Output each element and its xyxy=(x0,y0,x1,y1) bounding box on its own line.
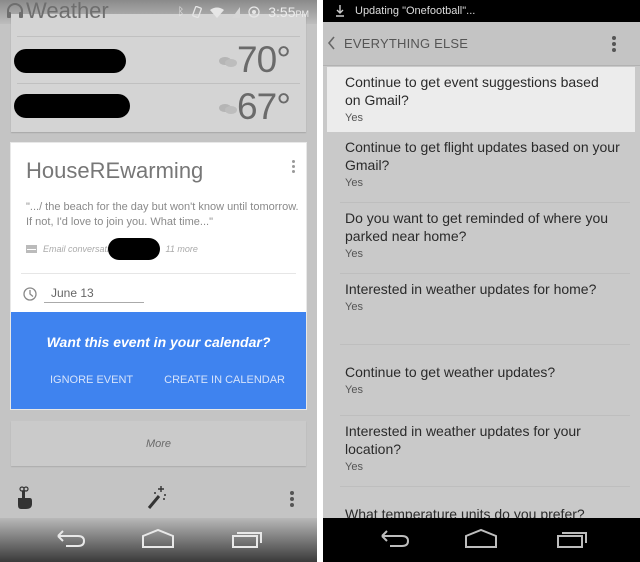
home-button[interactable] xyxy=(141,528,175,550)
redacted-location xyxy=(14,49,126,73)
event-date-field[interactable]: June 13 xyxy=(44,285,144,303)
wifi-icon xyxy=(210,7,225,18)
setting-question: Continue to get event suggestions based … xyxy=(345,74,599,108)
setting-answer: Yes xyxy=(345,461,363,473)
navigation-bar xyxy=(323,518,640,562)
setting-question: Do you want to get reminded of where you… xyxy=(345,210,609,244)
action-bar: EVERYTHING ELSE xyxy=(323,22,640,66)
headphones-icon xyxy=(7,3,23,18)
mail-icon xyxy=(26,245,37,253)
weather-header: Weather xyxy=(6,0,109,24)
settings-screen: Updating "Onefootball"... EVERYTHING ELS… xyxy=(323,0,640,562)
setting-answer: Yes xyxy=(345,112,363,124)
magic-wand-icon[interactable] xyxy=(146,484,168,510)
status-clock: 3:55PM xyxy=(268,4,309,20)
overflow-menu-icon[interactable] xyxy=(612,36,616,54)
clock-icon xyxy=(23,287,37,301)
setting-answer: Yes xyxy=(345,384,363,396)
setting-answer: Yes xyxy=(345,301,363,313)
create-in-calendar-button[interactable]: CREATE IN CALENDAR xyxy=(164,374,285,386)
event-title: HouseREwarming xyxy=(26,158,204,183)
recents-button[interactable] xyxy=(231,528,265,550)
navigation-bar xyxy=(0,518,317,562)
page-title: EVERYTHING ELSE xyxy=(344,36,469,51)
back-button[interactable] xyxy=(54,528,88,550)
divider xyxy=(21,273,296,274)
app-title: Weather xyxy=(26,0,109,23)
setting-item[interactable]: Continue to get event suggestions based … xyxy=(327,67,635,132)
back-button[interactable] xyxy=(378,528,412,550)
setting-answer: Yes xyxy=(345,248,363,260)
setting-question: Interested in weather updates for your l… xyxy=(345,423,581,457)
setting-question: Interested in weather updates for home? xyxy=(345,281,597,297)
calendar-question: Want this event in your calendar? xyxy=(46,334,271,350)
data-saver-icon xyxy=(248,6,260,18)
setting-item[interactable]: Do you want to get reminded of where you… xyxy=(323,203,640,274)
status-notification: Updating "Onefootball"... xyxy=(355,5,476,17)
overflow-menu-icon[interactable] xyxy=(290,491,294,509)
setting-question: Continue to get flight updates based on … xyxy=(345,139,620,173)
temperature: 67° xyxy=(237,86,291,127)
home-button[interactable] xyxy=(464,528,498,550)
setting-item[interactable]: Continue to get flight updates based on … xyxy=(323,132,640,203)
event-snippet: ".../ the beach for the day but won't kn… xyxy=(26,201,299,228)
email-more: 11 more xyxy=(165,244,198,254)
remind-icon[interactable] xyxy=(15,486,35,510)
google-now-screen: Weather ᛒ 3:55PM 70° 67° HouseREwarming … xyxy=(0,0,317,562)
more-button[interactable]: More xyxy=(11,421,306,466)
chevron-left-icon[interactable] xyxy=(327,36,335,50)
setting-question: Continue to get weather updates? xyxy=(345,364,556,380)
card-overflow-menu-icon[interactable] xyxy=(292,160,296,175)
download-icon xyxy=(336,5,344,17)
weather-card[interactable]: 70° 67° xyxy=(11,14,306,132)
date-row[interactable]: June 13 xyxy=(23,283,144,305)
weather-row[interactable]: 70° xyxy=(14,36,300,82)
bluetooth-icon: ᛒ xyxy=(177,6,185,18)
setting-item[interactable]: Continue to get weather updates? Yes xyxy=(323,345,640,416)
temperature: 70° xyxy=(237,39,291,80)
event-card: HouseREwarming ".../ the beach for the d… xyxy=(10,142,307,410)
setting-item[interactable]: Interested in weather updates for your l… xyxy=(323,416,640,487)
setting-answer: Yes xyxy=(345,177,363,189)
setting-item[interactable]: Interested in weather updates for home? … xyxy=(323,274,640,345)
settings-list: Continue to get event suggestions based … xyxy=(323,67,640,558)
bottom-action-bar xyxy=(0,480,317,516)
recents-button[interactable] xyxy=(556,528,590,550)
redacted-location xyxy=(14,94,130,118)
weather-row[interactable]: 67° xyxy=(14,83,300,129)
email-conversation-link[interactable]: Email conversation with 11 more xyxy=(26,238,296,260)
cloudy-icon xyxy=(219,57,237,67)
rotation-icon xyxy=(192,6,203,18)
status-bar: Updating "Onefootball"... xyxy=(323,0,640,22)
ignore-event-button[interactable]: IGNORE EVENT xyxy=(50,374,133,386)
status-icons: ᛒ 3:55PM xyxy=(178,3,309,21)
signal-icon xyxy=(232,6,241,18)
calendar-prompt: Want this event in your calendar? IGNORE… xyxy=(11,312,306,409)
redacted-contact xyxy=(107,238,160,260)
cloudy-icon xyxy=(219,104,237,114)
